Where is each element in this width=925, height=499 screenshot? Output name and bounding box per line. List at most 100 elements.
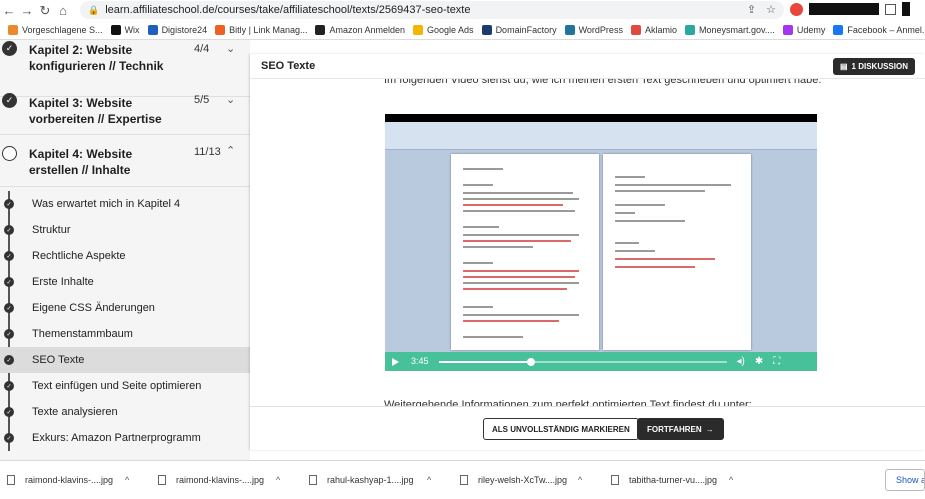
bookmark-label: WordPress [578,25,623,35]
settings-icon[interactable]: ✱ [755,354,763,369]
outro-text: Weitergehende Informationen zum perfekt … [384,399,752,406]
bookmark-item[interactable]: Digistore24 [147,25,207,35]
back-icon[interactable]: ← [0,2,18,20]
chevron-up-icon[interactable]: ⌃ [226,144,235,157]
fullscreen-icon[interactable]: ⛶ [773,354,780,369]
bookmark-item[interactable]: WordPress [564,25,623,35]
lesson-label: Rechtliche Aspekte [32,250,126,262]
discussion-button[interactable]: ▤ 1 DISKUSSION [832,58,915,75]
chapter-2[interactable]: ✓ Kapitel 2: Website konfigurieren // Te… [0,40,250,97]
course-sidebar: ✓ Kapitel 2: Website konfigurieren // Te… [0,40,250,460]
lesson-item[interactable]: ✓ Was erwartet mich in Kapitel 4 [0,191,250,217]
bookmark-item[interactable]: DomainFactory [481,25,557,35]
lesson-item[interactable]: ✓ Themenstammbaum [0,321,250,347]
file-icon [7,475,15,485]
lesson-item[interactable]: ✓ Erste Inhalte [0,269,250,295]
video-progress-fill [438,360,531,363]
bookmark-label: Vorgeschlagene S... [22,25,103,35]
window-icon[interactable] [885,3,896,15]
lesson-item[interactable]: ✓ Text einfügen und Seite optimieren [0,373,250,399]
discussion-label: 1 DISKUSSION [851,62,908,71]
lesson-item[interactable]: ✓ Texte analysieren [0,399,250,425]
file-icon [158,475,166,485]
check-icon: ✓ [4,303,14,313]
download-filename: raimond-klavins-....jpg [176,475,265,485]
chapter-title: Kapitel 2: Website konfigurieren // Tech… [29,43,164,73]
bookmark-item[interactable]: Aklamio [630,25,677,35]
lesson-item-active[interactable]: ✓ SEO Texte [0,347,250,373]
download-filename: rahul-kashyap-1....jpg [327,475,414,485]
show-all-button[interactable]: Show all [885,469,925,491]
continue-button[interactable]: FORTFAHREN → [637,418,724,440]
download-item[interactable]: rahul-kashyap-1....jpg ^ [302,461,453,499]
lesson-item[interactable]: ✓ Eigene CSS Änderungen [0,295,250,321]
chapter-progress: 5/5 [194,94,210,106]
check-icon: ✓ [4,277,14,287]
chevron-up-icon[interactable]: ^ [125,475,129,485]
volume-icon[interactable]: ◂) [737,354,745,369]
chevron-up-icon[interactable]: ^ [427,475,431,485]
play-icon[interactable] [392,357,399,366]
reload-icon[interactable]: ↻ [36,2,54,20]
check-icon: ✓ [4,355,14,365]
bookmark-item[interactable]: Google Ads [413,25,474,35]
bookmark-item[interactable]: Moneysmart.gov.... [684,25,775,35]
download-item[interactable]: raimond-klavins-....jpg ^ [0,461,151,499]
bookmarks-bar: Vorgeschlagene S... Wix Digistore24 Bitly |… [0,21,925,40]
bookmark-item[interactable]: Bitly | Link Manag... [215,25,307,35]
lesson-item[interactable]: ✓ Rechtliche Aspekte [0,243,250,269]
video-document-page [451,154,599,350]
lesson-content: Im folgenden Video siehst du, wie ich me… [384,79,824,406]
download-filename: raimond-klavins-....jpg [25,475,114,485]
check-icon: ✓ [4,329,14,339]
chevron-down-icon[interactable]: ⌄ [226,42,235,55]
digistore-icon [147,25,158,35]
file-icon [611,475,619,485]
udemy-icon [782,25,793,35]
bookmark-item[interactable]: Facebook – Anmel... [833,25,925,35]
download-item[interactable]: tabitha-turner-vu....jpg ^ [604,461,755,499]
download-item[interactable]: raimond-klavins-....jpg ^ [151,461,302,499]
video-seek-bar[interactable] [438,357,727,366]
lesson-item[interactable]: ✓ Struktur [0,217,250,243]
forward-icon[interactable]: → [18,2,36,20]
lesson-label: Was erwartet mich in Kapitel 4 [32,198,181,210]
chapter-progress: 11/13 [194,146,221,158]
chevron-up-icon[interactable]: ^ [578,475,582,485]
extension-icon[interactable] [790,2,803,16]
google-ads-icon [413,25,424,35]
check-icon: ✓ [4,251,14,261]
mark-incomplete-button[interactable]: ALS UNVOLLSTÄNDIG MARKIEREN [483,418,639,440]
star-icon[interactable]: ☆ [766,3,776,16]
bookmark-item[interactable]: Vorgeschlagene S... [8,25,103,35]
share-icon[interactable]: ⇪ [747,3,756,16]
chapter-title: Kapitel 4: Website erstellen // Inhalte [29,147,133,177]
chevron-up-icon[interactable]: ^ [729,475,733,485]
address-bar[interactable]: 🔒 learn.affiliateschool.de/courses/take/… [80,1,784,19]
video-player[interactable]: 3:45 ◂) ✱ ⛶ [385,114,817,371]
chevron-down-icon[interactable]: ⌄ [226,93,235,106]
intro-text: Im folgenden Video siehst du, wie ich me… [384,79,822,86]
arrow-right-icon: → [705,424,714,434]
bookmark-item[interactable]: Amazon Anmelden [315,25,405,35]
circle-icon [2,146,17,161]
home-icon[interactable]: ⌂ [54,2,72,20]
lock-icon: 🔒 [88,4,100,15]
download-item[interactable]: riley-welsh-XcTw....jpg ^ [453,461,604,499]
video-frame [385,122,817,352]
page-title: SEO Texte [261,60,316,72]
lesson-footer: ALS UNVOLLSTÄNDIG MARKIEREN FORTFAHREN → [250,406,925,450]
chapter-3[interactable]: ✓ Kapitel 3: Website vorbereiten // Expe… [0,93,250,135]
video-seek-handle[interactable] [526,357,535,366]
chapter-4[interactable]: Kapitel 4: Website erstellen // Inhalte … [0,135,250,187]
video-time: 3:45 [411,356,429,366]
bookmark-item[interactable]: Wix [110,25,140,35]
lesson-list: ✓ Was erwartet mich in Kapitel 4 ✓ Struktu… [0,191,250,451]
check-icon: ✓ [4,407,14,417]
lesson-item[interactable]: ✓ Exkurs: Amazon Partnerprogramm [0,425,250,451]
menu-icon[interactable] [902,2,910,16]
chevron-up-icon[interactable]: ^ [276,475,280,485]
moneysmart-icon [684,25,695,35]
check-icon: ✓ [4,433,14,443]
bookmark-item[interactable]: Udemy [782,25,825,35]
